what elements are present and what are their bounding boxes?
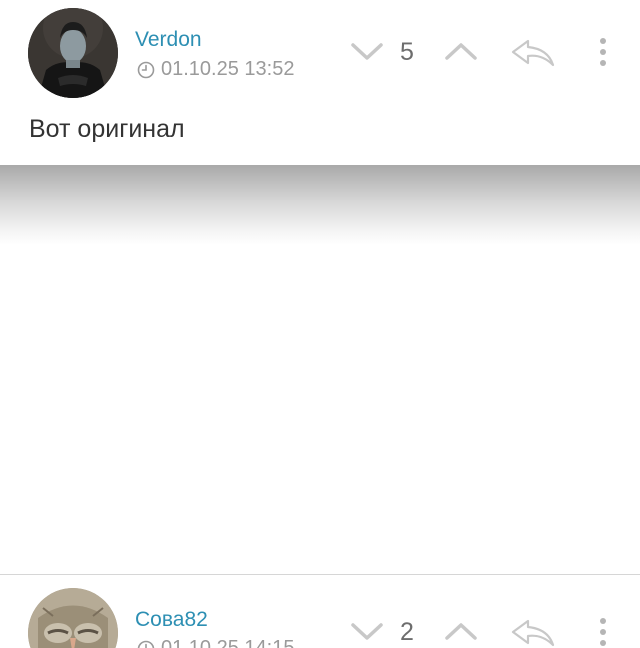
- empty-space: [0, 245, 640, 574]
- chevron-up-icon: [445, 43, 477, 60]
- reply-arrow-icon: [511, 39, 555, 67]
- comment-timestamp: 01.10.25 14:15: [137, 637, 294, 648]
- upvote-button[interactable]: [444, 40, 478, 67]
- comment-card: Сова82 01.10.25 14:15 2: [0, 574, 640, 648]
- more-menu-button[interactable]: [594, 616, 612, 648]
- timestamp-text: 01.10.25 14:15: [161, 637, 295, 648]
- reply-button[interactable]: [510, 38, 556, 73]
- reply-arrow-icon: [511, 619, 555, 647]
- downvote-button[interactable]: [350, 620, 384, 647]
- chevron-up-icon: [445, 623, 477, 640]
- chevron-down-icon: [351, 623, 383, 640]
- comments-page: Verdon 01.10.25 13:52 5 Вот оригинал Сов…: [0, 0, 640, 648]
- avatar-image: [28, 588, 118, 648]
- upvote-button[interactable]: [444, 620, 478, 647]
- more-menu-button[interactable]: [594, 36, 612, 75]
- more-vertical-icon: [600, 618, 606, 646]
- avatar-image: [28, 8, 118, 98]
- comment-timestamp: 01.10.25 13:52: [137, 58, 294, 81]
- vote-score: 5: [400, 38, 414, 66]
- avatar[interactable]: [28, 8, 118, 98]
- chevron-down-icon: [351, 43, 383, 60]
- author-name[interactable]: Сова82: [135, 608, 208, 632]
- clock-icon: [137, 640, 155, 648]
- more-vertical-icon: [600, 38, 606, 66]
- clock-icon: [137, 61, 155, 78]
- comment-card: Verdon 01.10.25 13:52 5 Вот оригинал: [0, 0, 640, 165]
- comment-text: Вот оригинал: [29, 115, 185, 143]
- section-divider: [0, 165, 640, 245]
- avatar[interactable]: [28, 588, 118, 648]
- author-name[interactable]: Verdon: [135, 28, 202, 52]
- timestamp-text: 01.10.25 13:52: [161, 58, 295, 80]
- downvote-button[interactable]: [350, 40, 384, 67]
- vote-score: 2: [400, 618, 414, 646]
- reply-button[interactable]: [510, 618, 556, 648]
